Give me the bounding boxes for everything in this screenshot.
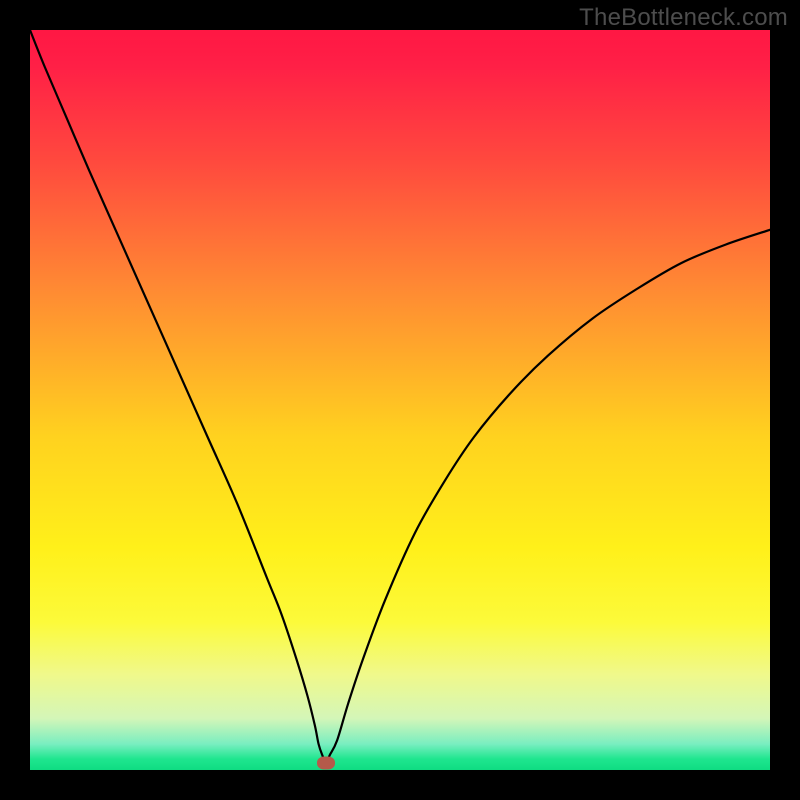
plot-area: [30, 30, 770, 770]
watermark-text: TheBottleneck.com: [579, 4, 788, 32]
bottleneck-curve: [30, 30, 770, 763]
curve-layer: [30, 30, 770, 770]
minimum-marker: [317, 756, 335, 769]
chart-stage: TheBottleneck.com: [0, 0, 800, 800]
